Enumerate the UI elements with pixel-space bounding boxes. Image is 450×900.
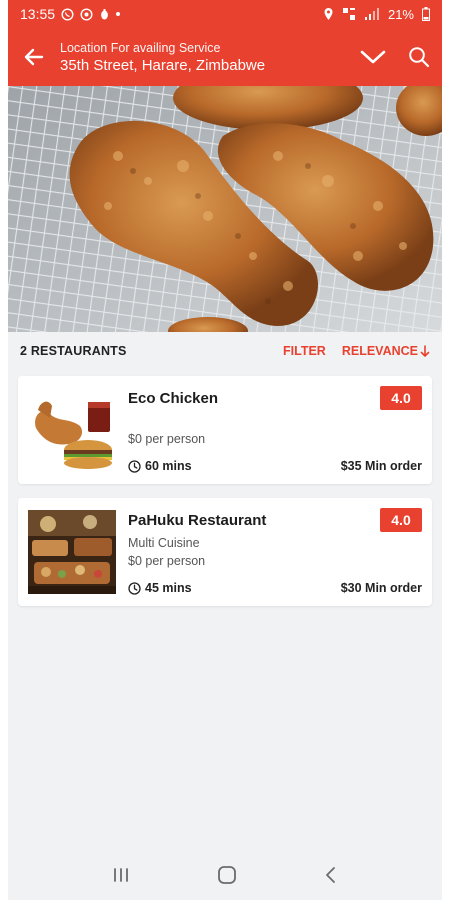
whatsapp-icon — [61, 7, 74, 21]
restaurant-thumbnail — [28, 510, 116, 594]
delivery-time: 60 mins — [128, 459, 192, 473]
location-selector[interactable]: Location For availing Service 35th Stree… — [60, 41, 350, 74]
back-button[interactable] — [8, 28, 60, 86]
location-pin-icon — [324, 8, 333, 20]
fried-chicken-banner-graphic — [8, 86, 442, 332]
restaurant-name: Eco Chicken — [128, 390, 219, 407]
restaurant-price: $0 per person — [128, 554, 206, 568]
status-bar: 13:55 21% — [8, 0, 442, 28]
chicken-burger-image — [28, 388, 116, 472]
promo-banner-image — [8, 86, 442, 332]
system-navigation-bar — [8, 850, 442, 900]
location-dropdown-button[interactable] — [350, 28, 396, 86]
top-bar: 13:55 21% Location For availing Service — [8, 0, 442, 86]
app-bar: Location For availing Service 35th Stree… — [8, 28, 442, 86]
location-address: 35th Street, Harare, Zimbabwe — [60, 56, 266, 74]
delivery-time-value: 45 mins — [145, 581, 192, 595]
app-screen: 13:55 21% Location For availing Service — [8, 0, 442, 900]
restaurant-count: 2 RESTAURANTS — [20, 344, 127, 358]
data-signal-icon — [342, 8, 355, 20]
delivery-time: 45 mins — [128, 581, 192, 595]
restaurant-list-header: 2 RESTAURANTS FILTER RELEVANCE — [8, 332, 442, 370]
arrow-left-icon — [24, 48, 44, 66]
home-icon[interactable] — [216, 864, 238, 886]
more-notifications-dot — [116, 12, 121, 16]
chevron-down-icon — [360, 50, 386, 64]
min-order: $35 Min order — [340, 459, 422, 473]
restaurant-thumbnail — [28, 388, 116, 472]
search-icon — [409, 47, 430, 68]
sort-label: RELEVANCE — [341, 344, 418, 358]
status-time: 13:55 — [20, 6, 56, 22]
arrow-down-icon — [420, 345, 430, 357]
recent-apps-icon[interactable] — [110, 866, 132, 884]
location-label: Location For availing Service — [60, 40, 221, 55]
rating-badge: 4.0 — [380, 386, 422, 410]
restaurant-price: $0 per person — [128, 432, 206, 446]
delivery-time-value: 60 mins — [145, 459, 192, 473]
buffet-food-image — [28, 510, 116, 594]
notification-app-icon — [80, 7, 93, 21]
rating-badge: 4.0 — [380, 508, 422, 532]
clock-icon — [128, 581, 141, 595]
bug-icon — [101, 8, 108, 19]
restaurant-name: PaHuku Restaurant — [128, 512, 267, 529]
search-button[interactable] — [396, 28, 442, 86]
restaurant-card[interactable]: PaHuku Restaurant Multi Cuisine $0 per p… — [18, 498, 432, 606]
min-order: $30 Min order — [340, 581, 422, 595]
battery-percent: 21% — [387, 6, 414, 22]
cell-signal-icon — [364, 7, 379, 20]
battery-icon — [422, 7, 430, 21]
filter-button[interactable]: FILTER — [283, 344, 326, 358]
sort-relevance-button[interactable]: RELEVANCE — [342, 344, 430, 358]
restaurant-card[interactable]: Eco Chicken $0 per person 60 mins $35 Mi… — [18, 376, 432, 484]
clock-icon — [128, 459, 141, 473]
restaurant-cuisine: Multi Cuisine — [128, 536, 200, 550]
back-nav-icon[interactable] — [322, 865, 340, 885]
